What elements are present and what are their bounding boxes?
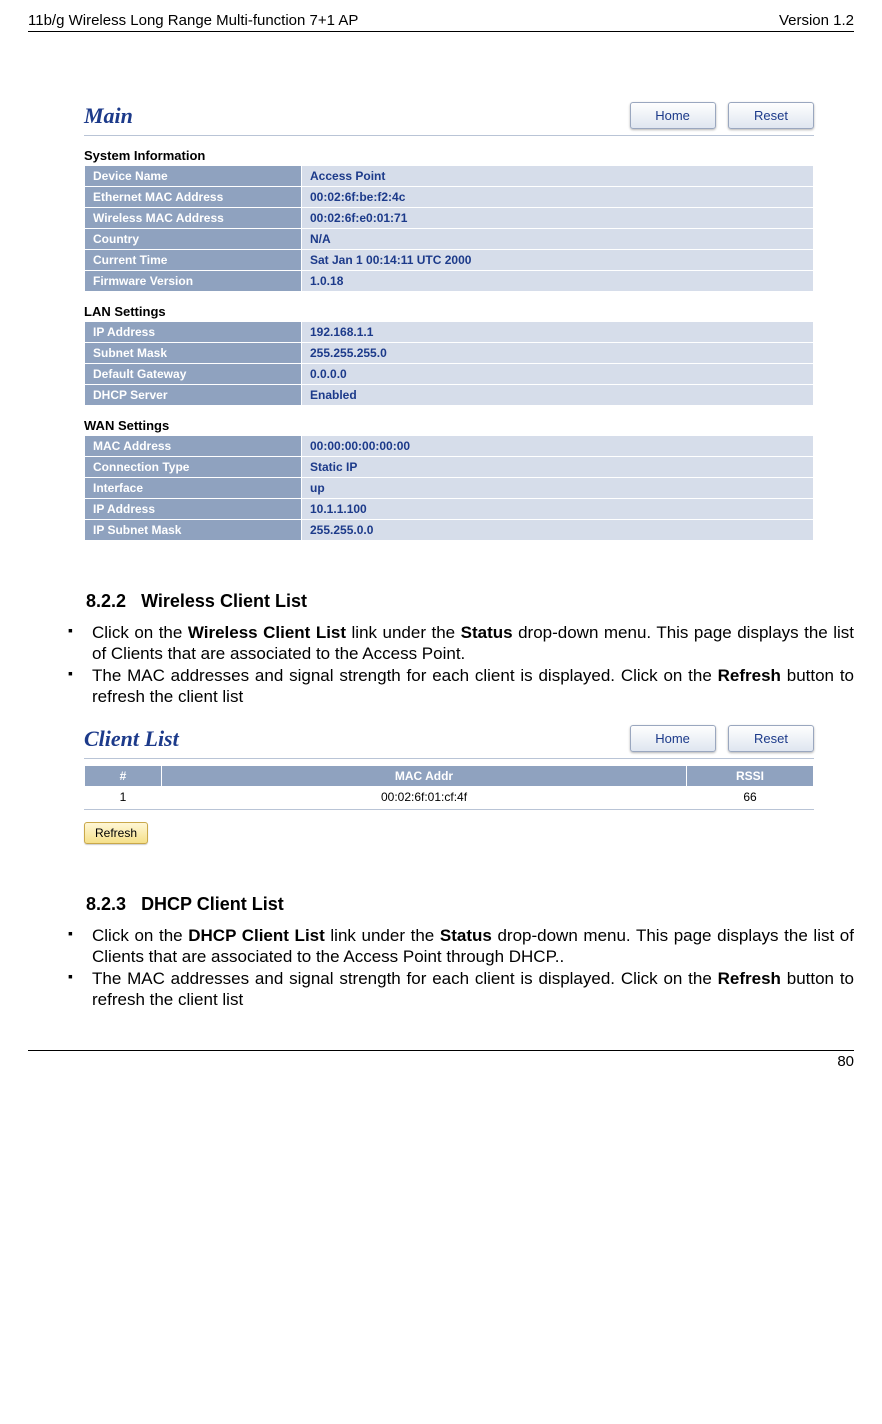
v: 00:02:6f:e0:01:71: [302, 208, 814, 229]
t: link under the: [346, 623, 461, 642]
sec822-bullet1: Click on the Wireless Client List link u…: [50, 622, 854, 665]
v: Static IP: [302, 457, 814, 478]
v: Sat Jan 1 00:14:11 UTC 2000: [302, 250, 814, 271]
k: Device Name: [85, 166, 302, 187]
v: up: [302, 478, 814, 499]
k: Connection Type: [85, 457, 302, 478]
v: 0.0.0.0: [302, 364, 814, 385]
k: Subnet Mask: [85, 343, 302, 364]
col-rssi: RSSI: [687, 766, 814, 787]
main-title: Main: [84, 103, 133, 129]
page-number: 80: [837, 1053, 854, 1070]
sec823-bullet2: The MAC addresses and signal strength fo…: [50, 968, 854, 1011]
cell-rssi: 66: [687, 787, 814, 808]
v: 10.1.1.100: [302, 499, 814, 520]
k: Default Gateway: [85, 364, 302, 385]
t: Click on the: [92, 623, 188, 642]
reset-button[interactable]: Reset: [728, 725, 814, 752]
sys-info-table: Device NameAccess Point Ethernet MAC Add…: [84, 165, 814, 292]
k: Wireless MAC Address: [85, 208, 302, 229]
reset-button[interactable]: Reset: [728, 102, 814, 129]
sec-823-heading: 8.2.3 DHCP Client List: [86, 894, 854, 915]
k: MAC Address: [85, 436, 302, 457]
table-row: 1 00:02:6f:01:cf:4f 66: [85, 787, 814, 808]
clientlist-title: Client List: [84, 726, 179, 752]
doc-footer: 80: [28, 1050, 854, 1070]
k: DHCP Server: [85, 385, 302, 406]
t: The MAC addresses and signal strength fo…: [92, 666, 718, 685]
lan-label: LAN Settings: [84, 304, 814, 319]
home-button[interactable]: Home: [630, 725, 716, 752]
k: Interface: [85, 478, 302, 499]
header-right: Version 1.2: [779, 12, 854, 29]
v: 192.168.1.1: [302, 322, 814, 343]
sec-title: DHCP Client List: [141, 894, 284, 914]
doc-header: 11b/g Wireless Long Range Multi-function…: [28, 12, 854, 32]
v: N/A: [302, 229, 814, 250]
lan-table: IP Address192.168.1.1 Subnet Mask255.255…: [84, 321, 814, 406]
k: IP Address: [85, 499, 302, 520]
sec-822-heading: 8.2.2 Wireless Client List: [86, 591, 854, 612]
v: 255.255.0.0: [302, 520, 814, 541]
clientlist-screenshot: Client List Home Reset # MAC Addr RSSI 1…: [84, 725, 814, 844]
wan-label: WAN Settings: [84, 418, 814, 433]
col-mac: MAC Addr: [162, 766, 687, 787]
k: Country: [85, 229, 302, 250]
link-name: DHCP Client List: [188, 926, 325, 945]
menu-name: Status: [440, 926, 492, 945]
sys-info-label: System Information: [84, 148, 814, 163]
sec-title: Wireless Client List: [141, 591, 307, 611]
refresh-button[interactable]: Refresh: [84, 822, 148, 844]
link-name: Wireless Client List: [188, 623, 346, 642]
t: The MAC addresses and signal strength fo…: [92, 969, 718, 988]
menu-name: Status: [461, 623, 513, 642]
header-left: 11b/g Wireless Long Range Multi-function…: [28, 12, 358, 29]
sec822-bullet2: The MAC addresses and signal strength fo…: [50, 665, 854, 708]
home-button[interactable]: Home: [630, 102, 716, 129]
k: IP Subnet Mask: [85, 520, 302, 541]
sec823-bullet1: Click on the DHCP Client List link under…: [50, 925, 854, 968]
k: Ethernet MAC Address: [85, 187, 302, 208]
v: 00:00:00:00:00:00: [302, 436, 814, 457]
v: 00:02:6f:be:f2:4c: [302, 187, 814, 208]
k: IP Address: [85, 322, 302, 343]
t: link under the: [325, 926, 440, 945]
t: Click on the: [92, 926, 188, 945]
k: Current Time: [85, 250, 302, 271]
v: 1.0.18: [302, 271, 814, 292]
k: Firmware Version: [85, 271, 302, 292]
cell-index: 1: [85, 787, 162, 808]
btn-name: Refresh: [718, 666, 781, 685]
btn-name: Refresh: [718, 969, 781, 988]
client-table: # MAC Addr RSSI 1 00:02:6f:01:cf:4f 66: [84, 765, 814, 807]
col-index: #: [85, 766, 162, 787]
cell-mac: 00:02:6f:01:cf:4f: [162, 787, 687, 808]
wan-table: MAC Address00:00:00:00:00:00 Connection …: [84, 435, 814, 541]
v: Access Point: [302, 166, 814, 187]
v: Enabled: [302, 385, 814, 406]
v: 255.255.255.0: [302, 343, 814, 364]
sec-num: 8.2.3: [86, 894, 126, 914]
sec-num: 8.2.2: [86, 591, 126, 611]
main-screenshot: Main Home Reset System Information Devic…: [84, 102, 814, 541]
